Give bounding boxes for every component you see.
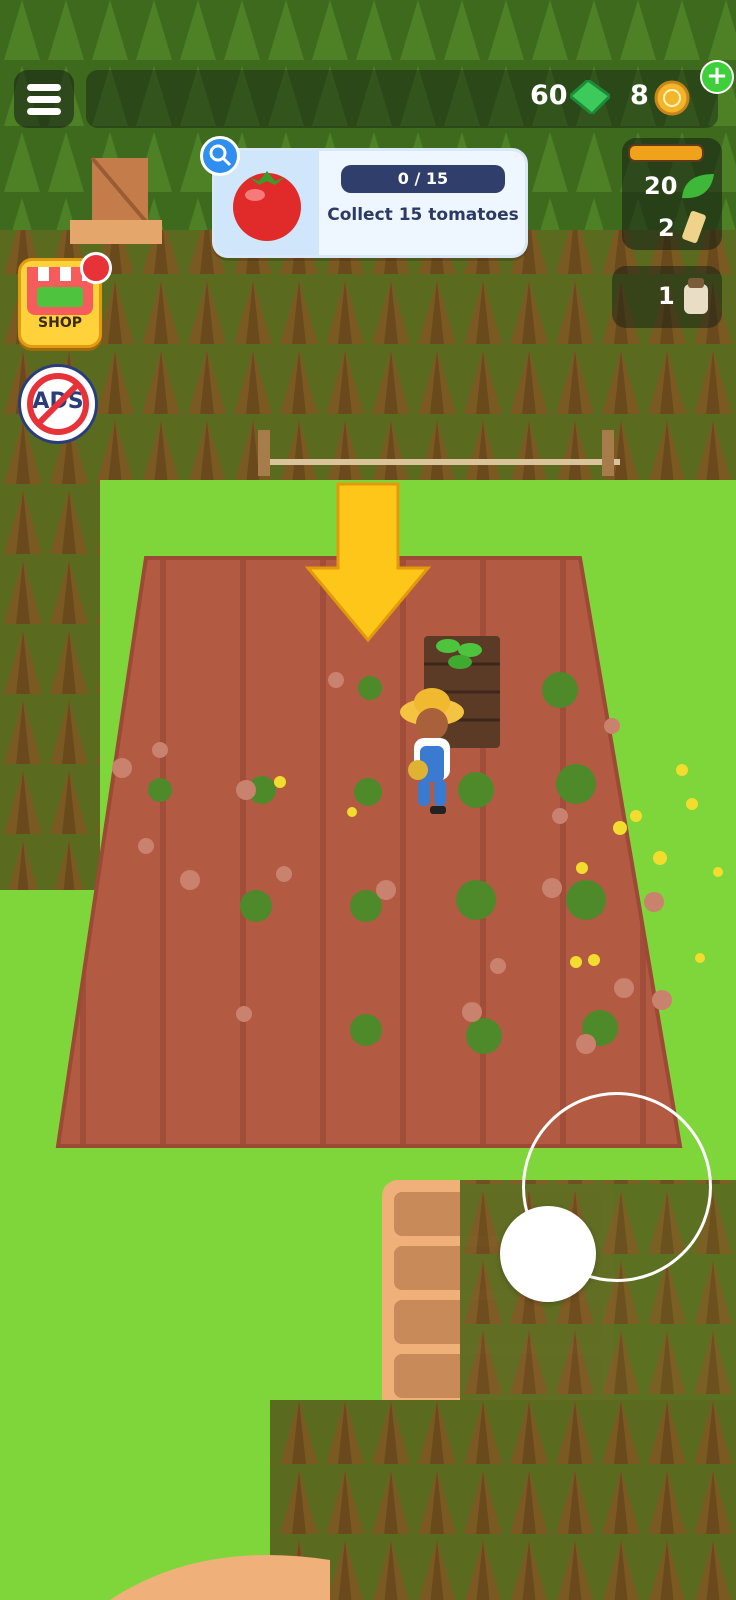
leaf-icon	[682, 174, 714, 199]
add-currency-button[interactable]: +	[700, 60, 734, 94]
sack-icon	[684, 278, 708, 314]
no-ads-icon	[27, 373, 89, 435]
joystick-knob[interactable]	[500, 1206, 596, 1302]
coin-icon	[654, 80, 690, 116]
coin-count: 8	[630, 80, 649, 111]
forest-bottom	[270, 1400, 736, 1600]
search-icon[interactable]	[200, 136, 240, 176]
leaves-count: 20	[644, 172, 678, 200]
cash-icon	[570, 80, 610, 114]
menu-button[interactable]	[14, 70, 74, 128]
top-bar	[86, 70, 718, 128]
quest-card[interactable]: 0 / 15 Collect 15 tomatoes	[212, 148, 528, 258]
forest-left	[0, 430, 100, 900]
sacks-count: 1	[658, 282, 675, 310]
resource-progress-bar	[628, 144, 704, 162]
shop-notification-badge	[80, 252, 112, 284]
tickets-count: 2	[658, 214, 675, 242]
remove-ads-button[interactable]: ADS	[18, 364, 98, 444]
cash-count: 60	[530, 80, 568, 111]
soil-field	[58, 558, 680, 1146]
ticket-icon	[682, 211, 706, 243]
quest-text: Collect 15 tomatoes	[327, 205, 519, 225]
shop-label: SHOP	[38, 315, 82, 331]
quest-progress: 0 / 15	[341, 165, 505, 193]
